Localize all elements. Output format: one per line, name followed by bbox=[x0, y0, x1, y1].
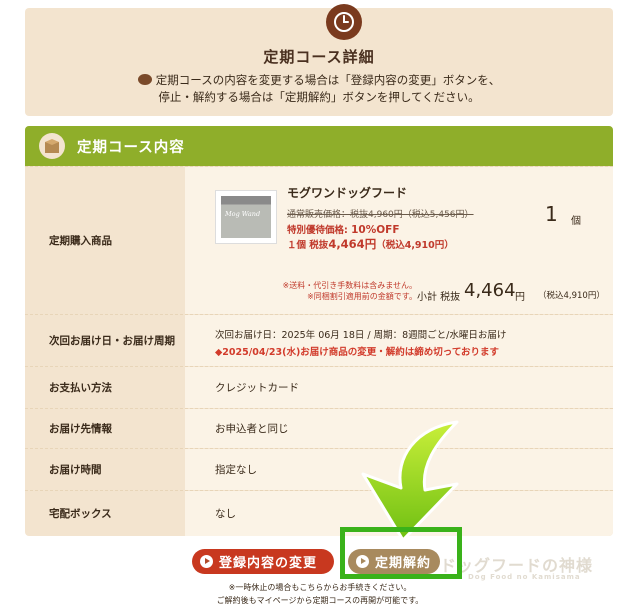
product-bag-image: Mog Wand bbox=[221, 196, 271, 238]
row-value: クレジットカード bbox=[185, 367, 613, 408]
course-header: 定期コース内容 bbox=[25, 126, 613, 166]
price-notes: ※送料・代引き手数料は含みません。 ※同梱割引適用前の金額です。 bbox=[282, 281, 417, 301]
row-label: お届け先情報 bbox=[49, 423, 112, 435]
row-time: お届け時間 指定なし bbox=[25, 448, 613, 490]
unit-price: １個 税抜4,464円（税込4,910円） bbox=[287, 237, 454, 251]
special-price: 特別優待価格: 10%OFF bbox=[287, 224, 400, 236]
box-icon bbox=[39, 133, 65, 159]
watermark: ドッグフードの神様 Dog Food no Kamisama bbox=[440, 556, 594, 581]
footer-notes: ※一時休止の場合もこちらからお手続きください。 ご解約後もマイページから定期コー… bbox=[216, 583, 424, 605]
product-name: モグワンドッグフード bbox=[287, 186, 408, 200]
course-content-panel: 定期コース内容 定期購入商品 次回お届け日・お届け周期 お支払い方法 クレジット… bbox=[25, 126, 613, 536]
next-delivery-info: 次回お届け日：2025年 06月 18日 / 周期：8週間ごと/水曜日お届け bbox=[215, 330, 507, 341]
row-label: お届け時間 bbox=[49, 464, 102, 476]
play-icon bbox=[200, 555, 213, 568]
clock-icon bbox=[326, 4, 362, 40]
subtotal-yen: 円 bbox=[515, 292, 525, 303]
change-registration-button[interactable]: 登録内容の変更 bbox=[192, 549, 334, 574]
kibble-icon bbox=[137, 74, 152, 85]
product-image[interactable]: Mog Wand bbox=[215, 190, 277, 244]
subtotal-amount: 4,464 bbox=[464, 280, 516, 301]
quantity-unit: 個 bbox=[571, 216, 581, 227]
course-detail-panel: 定期コース詳細 定期コースの内容を変更する場合は「登録内容の変更」ボタンを、 停… bbox=[25, 4, 613, 116]
quantity-value: 1 bbox=[545, 202, 558, 226]
course-header-title: 定期コース内容 bbox=[77, 139, 185, 156]
deadline-notice: ◆2025/04/23(水)お届け商品の変更・解約は締め切っております bbox=[215, 347, 500, 358]
regular-price: 通常販売価格：税抜4,960円（税込5,456円） bbox=[287, 210, 474, 220]
highlight-box bbox=[340, 527, 462, 579]
detail-description: 定期コースの内容を変更する場合は「登録内容の変更」ボタンを、 停止・解約する場合… bbox=[25, 72, 613, 106]
row-label: 次回お届け日・お届け周期 bbox=[49, 335, 175, 347]
page-title: 定期コース詳細 bbox=[263, 48, 375, 66]
row-payment: お支払い方法 クレジットカード bbox=[25, 366, 613, 408]
subtotal-tax: （税込4,910円） bbox=[538, 291, 605, 301]
row-label: 宅配ボックス bbox=[49, 508, 112, 520]
row-label: お支払い方法 bbox=[49, 382, 112, 394]
row-delivery-box: 宅配ボックス なし bbox=[25, 490, 613, 536]
row-address: お届け先情報 お申込者と同じ bbox=[25, 408, 613, 448]
row-label: 定期購入商品 bbox=[49, 235, 112, 247]
subtotal-label: 小計 税抜 bbox=[417, 292, 461, 303]
